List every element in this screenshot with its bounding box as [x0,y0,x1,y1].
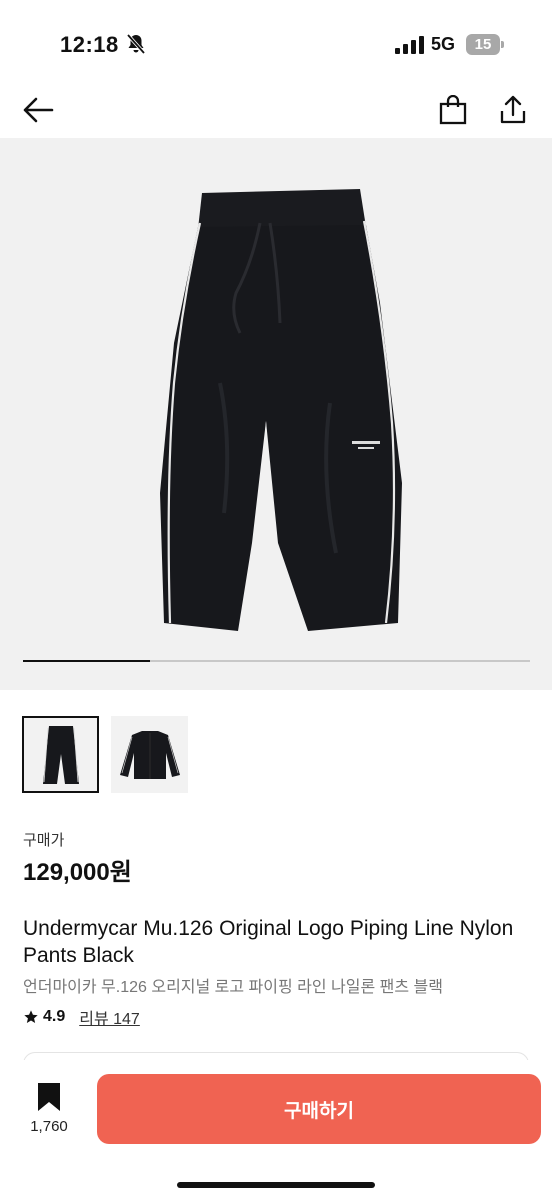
bookmark-button[interactable]: 1,760 [20,1082,78,1142]
buy-button[interactable]: 구매하기 [97,1074,541,1144]
share-icon [500,95,526,124]
jacket-thumbnail[interactable] [111,716,188,793]
nylon-pants-image [160,189,402,631]
rating-value: 4.9 [43,1008,66,1025]
pants-thumbnail-image [42,725,79,784]
product-title-en: Undermycar Mu.126 Original Logo Piping L… [23,917,514,967]
shopping-bag-icon [439,95,467,125]
back-button[interactable] [18,90,58,130]
back-arrow-icon [23,97,54,123]
star-icon [24,1010,38,1023]
signal-icon [395,36,424,54]
product-image-gallery[interactable] [0,138,552,690]
status-time: 12:18 [60,32,119,57]
gallery-progress-track [23,660,530,662]
thumbnail-strip [22,716,188,793]
network-label: 5G [431,34,456,54]
home-indicator [177,1182,375,1188]
bookmark-count: 1,760 [30,1118,68,1135]
product-title-ko: 언더마이카 무.126 오리지널 로고 파이핑 라인 나일론 팬츠 블랙 [23,979,443,996]
bottom-action-bar: 1,760 구매하기 [0,1060,552,1200]
top-nav [0,80,552,138]
bell-slash-icon [126,33,146,55]
price-label: 구매가 [23,832,65,849]
battery-icon: 15 [466,34,500,55]
rating-row: 4.9 리뷰 147 [23,1005,140,1029]
status-bar: 12:18 5G 15 [0,0,552,80]
battery-nub [501,41,504,48]
gallery-progress-fill [23,660,150,662]
bookmark-icon [38,1083,60,1111]
share-button[interactable] [493,90,533,130]
jacket-thumbnail-image [119,730,180,779]
price-value: 129,000원 [23,859,132,886]
pants-thumbnail[interactable] [22,716,99,793]
shopping-bag-button[interactable] [433,90,473,130]
review-count-link[interactable]: 리뷰 147 [79,1005,140,1029]
